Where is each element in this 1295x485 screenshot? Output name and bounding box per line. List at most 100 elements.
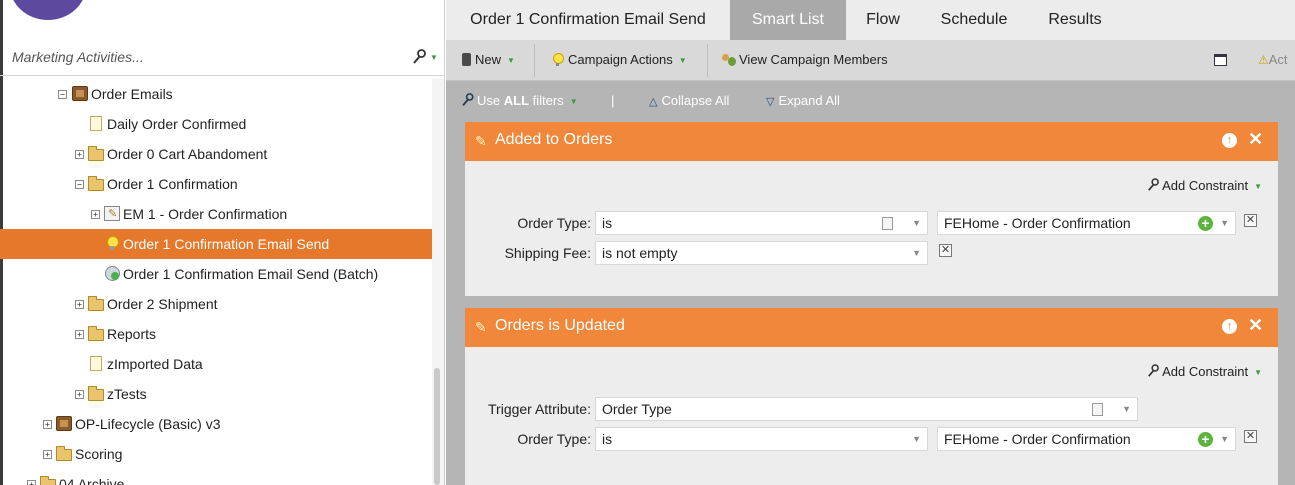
- tab-smart-list[interactable]: Smart List: [730, 0, 846, 40]
- expand-icon[interactable]: +: [91, 210, 100, 219]
- collapse-icon[interactable]: −: [75, 180, 84, 189]
- order-type-operator-select[interactable]: is ▼: [595, 211, 928, 235]
- filter-title: Orders is Updated: [495, 317, 625, 334]
- campaign-actions-menu-button[interactable]: Campaign Actions ▼: [551, 52, 687, 67]
- tree-item-ztests[interactable]: + zTests: [0, 379, 432, 409]
- tab-schedule[interactable]: Schedule: [920, 0, 1028, 40]
- tree-item-op-lifecycle[interactable]: + OP-Lifecycle (Basic) v3: [0, 409, 432, 439]
- tree-item-label: Reports: [107, 326, 157, 342]
- marketing-activities-tree-panel: Marketing Activities... ▼ − Order Emails…: [0, 0, 445, 485]
- tree-search-input[interactable]: Marketing Activities...: [12, 49, 144, 65]
- tree-item-daily-order-confirmed[interactable]: Daily Order Confirmed: [0, 109, 432, 139]
- expand-all-button[interactable]: ▽ Expand All: [766, 93, 840, 108]
- remove-filter-icon[interactable]: ✕: [1248, 315, 1263, 335]
- expand-triangle-icon: ▽: [766, 96, 775, 108]
- activity-warning-button[interactable]: ⚠Act: [1258, 52, 1288, 67]
- tree-item-04-archive[interactable]: + 04 Archive: [0, 469, 432, 485]
- dropdown-arrow-icon[interactable]: ▼: [912, 428, 921, 450]
- view-campaign-members-button[interactable]: View Campaign Members: [722, 52, 888, 67]
- add-value-icon[interactable]: +: [1198, 432, 1213, 447]
- tree-item-order-2-shipment[interactable]: + Order 2 Shipment: [0, 289, 432, 319]
- folder-icon: [88, 326, 104, 341]
- tree-item-order-1-confirmation-email-send[interactable]: Order 1 Confirmation Email Send: [0, 229, 432, 259]
- toolbar-divider: [534, 44, 535, 77]
- tree-item-scoring[interactable]: + Scoring: [0, 439, 432, 469]
- campaign-actions-label: Campaign Actions: [568, 52, 673, 67]
- add-constraint-button[interactable]: Add Constraint ▼: [1147, 364, 1262, 379]
- tree-item-label: EM 1 - Order Confirmation: [123, 206, 288, 222]
- tree-item-order-1-confirmation[interactable]: − Order 1 Confirmation: [0, 169, 432, 199]
- wrench-icon: [1148, 364, 1159, 377]
- order-type-label: Order Type:: [517, 431, 591, 447]
- tree-item-label: Order 1 Confirmation: [107, 176, 238, 192]
- tree-item-zimported-data[interactable]: zImported Data: [0, 349, 432, 379]
- trigger-attribute-select[interactable]: Order Type ▼: [595, 397, 1138, 421]
- order-type-value-select[interactable]: FEHome - Order Confirmation + ▼: [937, 211, 1236, 235]
- remove-constraint-icon[interactable]: ✕: [939, 244, 952, 257]
- tree-item-reports[interactable]: + Reports: [0, 319, 432, 349]
- toolbar-divider: [707, 44, 708, 77]
- dropdown-arrow-icon[interactable]: ▼: [912, 242, 921, 264]
- expand-icon[interactable]: +: [43, 420, 52, 429]
- operator-value: is not empty: [602, 245, 678, 261]
- expand-icon[interactable]: +: [43, 450, 52, 459]
- window-icon[interactable]: [1214, 54, 1227, 66]
- expand-icon[interactable]: +: [75, 150, 84, 159]
- move-up-icon[interactable]: ↑: [1222, 319, 1237, 334]
- expand-icon[interactable]: +: [75, 330, 84, 339]
- tree-item-label: Order 0 Cart Abandoment: [107, 146, 268, 162]
- new-icon: [462, 53, 471, 66]
- wrench-icon: [462, 93, 474, 106]
- dropdown-arrow-icon[interactable]: ▼: [1122, 398, 1131, 420]
- folder-icon: [56, 446, 72, 461]
- remove-filter-icon[interactable]: ✕: [1248, 129, 1263, 149]
- move-up-icon[interactable]: ↑: [1222, 133, 1237, 148]
- expand-all-label: Expand All: [778, 93, 840, 108]
- remove-constraint-icon[interactable]: ✕: [1244, 214, 1257, 227]
- chevron-down-icon: ▼: [1254, 368, 1262, 378]
- tree-item-order-emails[interactable]: − Order Emails: [0, 79, 432, 109]
- add-constraint-label: Add Constraint: [1162, 178, 1249, 193]
- new-menu-button[interactable]: New ▼: [462, 52, 515, 67]
- use-filters-prefix: Use: [477, 93, 504, 108]
- value-picker-icon[interactable]: [882, 217, 893, 230]
- add-constraint-button[interactable]: Add Constraint ▼: [1147, 178, 1262, 193]
- operator-value: is: [602, 215, 613, 231]
- collapse-all-button[interactable]: △ Collapse All: [649, 93, 729, 108]
- wrench-filter-icon[interactable]: [412, 49, 426, 65]
- tree-item-order-1-confirmation-email-send-batch[interactable]: Order 1 Confirmation Email Send (Batch): [0, 259, 432, 289]
- remove-constraint-icon[interactable]: ✕: [1244, 430, 1257, 443]
- warning-icon: ⚠: [1258, 53, 1269, 67]
- expand-icon[interactable]: +: [75, 390, 84, 399]
- tree-item-order-0-cart-abandoment[interactable]: + Order 0 Cart Abandoment: [0, 139, 432, 169]
- attribute-value: Order Type: [602, 401, 672, 417]
- view-members-label: View Campaign Members: [739, 52, 888, 67]
- order-type-value-select[interactable]: FEHome - Order Confirmation + ▼: [937, 427, 1236, 451]
- tab-campaign-name[interactable]: Order 1 Confirmation Email Send: [446, 0, 730, 40]
- shipping-fee-operator-select[interactable]: is not empty ▼: [595, 241, 928, 265]
- new-label: New: [475, 52, 502, 67]
- brand-logo[interactable]: [10, 0, 86, 20]
- dropdown-arrow-icon[interactable]: ▼: [912, 212, 921, 234]
- filter-title: Added to Orders: [495, 131, 613, 148]
- folder-icon: [88, 296, 104, 311]
- constraint-value: FEHome - Order Confirmation: [944, 431, 1131, 447]
- tree-search-dropdown-icon[interactable]: ▼: [430, 53, 438, 62]
- tab-flow[interactable]: Flow: [846, 0, 920, 40]
- expand-icon[interactable]: +: [27, 480, 36, 485]
- dropdown-arrow-icon[interactable]: ▼: [1220, 428, 1229, 450]
- tree-search-box[interactable]: Marketing Activities... ▼: [0, 40, 444, 76]
- tab-results[interactable]: Results: [1028, 0, 1122, 40]
- value-picker-icon[interactable]: [1092, 403, 1103, 416]
- add-value-icon[interactable]: +: [1198, 216, 1213, 231]
- use-filters-dropdown[interactable]: Use ALL filters ▼: [461, 93, 578, 108]
- dropdown-arrow-icon[interactable]: ▼: [1220, 212, 1229, 234]
- expand-icon[interactable]: +: [75, 300, 84, 309]
- collapse-icon[interactable]: −: [58, 90, 67, 99]
- tree-item-label: Daily Order Confirmed: [107, 116, 247, 132]
- tree-scrollbar-thumb[interactable]: [434, 368, 440, 485]
- tree-item-em-1-order-confirmation[interactable]: + EM 1 - Order Confirmation: [0, 199, 432, 229]
- order-type-operator-select[interactable]: is ▼: [595, 427, 928, 451]
- folder-icon: [88, 146, 104, 161]
- collapse-all-label: Collapse All: [661, 93, 730, 108]
